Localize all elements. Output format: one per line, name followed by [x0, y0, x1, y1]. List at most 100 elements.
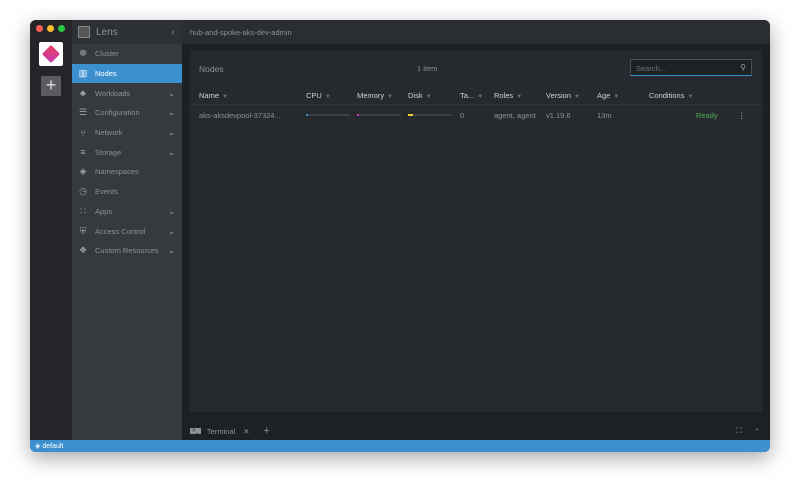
sort-icon: ▼ [222, 94, 228, 100]
sidebar-item-label: Namespaces [95, 167, 139, 177]
sort-icon: ▼ [324, 94, 331, 100]
chevron-down-icon[interactable]: ⌄ [168, 227, 175, 236]
sidebar-item-access-control[interactable]: ⛨ Access Control ⌄ [72, 221, 182, 241]
terminal-bar: >_ Terminal ✕ + ⛶ ⌃ [182, 422, 770, 440]
grid-icon: ∷ [80, 205, 86, 216]
close-terminal-icon[interactable]: ✕ [243, 427, 249, 436]
column-label: Age [597, 91, 611, 100]
search-input[interactable]: Search... ⚲ [630, 59, 752, 76]
minimize-window-button[interactable] [47, 25, 54, 32]
disk-bar-fill [408, 114, 414, 116]
sidebar-item-nodes[interactable]: ▥ Nodes [72, 63, 182, 84]
sort-icon: ▼ [425, 94, 432, 100]
column-label: Name [199, 91, 220, 100]
add-cluster-button[interactable]: + [41, 76, 61, 96]
nodes-panel: Nodes 1 item Search... ⚲ Name ▼ CPU ▼ Memory ▼… [190, 50, 762, 412]
column-header[interactable]: Conditions ▼ [649, 91, 693, 100]
chevron-down-icon[interactable]: ⌄ [168, 108, 175, 117]
column-label: Roles [494, 91, 514, 100]
memory-bar-fill [357, 114, 359, 116]
clock-icon: ◷ [79, 186, 87, 197]
sidebar-header: Lens ‹ [72, 20, 182, 44]
column-header[interactable]: Name ▼ [199, 91, 228, 100]
memory-bar [357, 114, 401, 116]
column-label: CPU [306, 91, 322, 100]
sidebar-item-label: Cluster [95, 49, 119, 59]
cube-icon [41, 44, 61, 64]
condition-status: Ready [696, 111, 718, 120]
chevron-up-icon[interactable]: ⌃ [754, 427, 760, 436]
chevron-down-icon[interactable]: ⌄ [168, 128, 175, 137]
column-header[interactable]: Roles ▼ [494, 91, 522, 100]
column-label: Ta... [460, 91, 475, 100]
roles: agent, agent [494, 111, 536, 120]
namespace-label[interactable]: default [42, 443, 63, 450]
app-window: + Lens ‹ ☸ Cluster ▥ Nodes ♣ Workloads ⌄ ☰ Confi… [30, 20, 770, 452]
shield-icon: ⛨ [79, 225, 87, 236]
sidebar-item-label: Storage [95, 147, 122, 157]
column-header[interactable]: CPU ▼ [306, 91, 331, 100]
sidebar-item-label: Nodes [95, 69, 117, 79]
sort-icon: ▼ [477, 94, 484, 100]
column-header[interactable]: Age ▼ [597, 91, 619, 100]
sidebar-item-cluster[interactable]: ☸ Cluster [72, 44, 182, 64]
sidebar-item-apps[interactable]: ∷ Apps ⌄ [72, 202, 182, 222]
layers-icon: ◈ [79, 166, 87, 177]
chevron-down-icon[interactable]: ⌄ [168, 148, 175, 157]
sidebar-item-label: Network [95, 128, 123, 138]
age: 13m [597, 111, 612, 120]
column-header[interactable]: Memory ▼ [357, 91, 393, 100]
cluster-title: hub-and-spoke-aks-dev-admin [182, 20, 770, 44]
chevron-down-icon[interactable]: ⌄ [168, 89, 175, 98]
sidebar-item-workloads[interactable]: ♣ Workloads ⌄ [72, 83, 182, 103]
column-header[interactable]: Version ▼ [546, 91, 580, 100]
sidebar-item-label: Access Control [95, 226, 146, 236]
window-controls [36, 25, 65, 32]
sort-icon: ▼ [613, 94, 620, 100]
taints: 0 [460, 111, 465, 120]
cluster-avatar[interactable] [39, 42, 63, 66]
collapse-sidebar-icon[interactable]: ‹ [172, 27, 175, 38]
sidebar-item-label: Apps [95, 206, 113, 216]
cpu-bar [306, 114, 350, 116]
puzzle-icon: ❖ [78, 245, 88, 256]
column-header[interactable]: Disk ▼ [408, 91, 432, 100]
list-icon: ☰ [78, 107, 88, 118]
fullscreen-icon[interactable]: ⛶ [736, 426, 741, 436]
sidebar-item-events[interactable]: ◷ Events [72, 182, 182, 202]
table-row[interactable]: aks-aksdevpool-37324... 0 agent, agent v… [190, 105, 762, 125]
helm-wheel-icon: ☸ [78, 48, 88, 59]
column-label: Memory [357, 91, 385, 100]
new-terminal-icon[interactable]: + [263, 425, 269, 437]
page-title: Nodes [199, 64, 224, 74]
sidebar-item-custom-resources[interactable]: ❖ Custom Resources ⌄ [72, 241, 182, 261]
sidebar-item-storage[interactable]: ≡ Storage ⌄ [72, 142, 182, 162]
search-icon: ⚲ [740, 63, 746, 72]
column-label: Conditions [649, 91, 685, 100]
network-icon: ⑂ [80, 127, 86, 138]
terminal-icon: >_ [190, 428, 201, 434]
namespace-icon: ◈ [35, 443, 41, 450]
close-window-button[interactable] [36, 25, 43, 32]
chevron-down-icon[interactable]: ⌄ [168, 246, 175, 255]
lens-logo-icon [78, 26, 90, 38]
nodes-icon: ▥ [78, 68, 88, 79]
search-placeholder: Search... [636, 64, 667, 73]
cluster-strip: + [30, 20, 72, 440]
node-name[interactable]: aks-aksdevpool-37324... [199, 111, 281, 120]
column-header[interactable]: Ta... ▼ [460, 91, 483, 100]
status-bar: ◈ default [30, 440, 770, 452]
maximize-window-button[interactable] [58, 25, 65, 32]
column-label: Version [546, 91, 572, 100]
workloads-icon: ♣ [80, 88, 86, 99]
sidebar-item-namespaces[interactable]: ◈ Namespaces [72, 162, 182, 182]
sidebar-item-label: Configuration [95, 108, 140, 118]
row-menu-icon[interactable]: ⋮ [738, 111, 746, 120]
brand-name: Lens [96, 26, 118, 38]
sidebar-item-network[interactable]: ⑂ Network ⌄ [72, 123, 182, 143]
sidebar-item-configuration[interactable]: ☰ Configuration ⌄ [72, 103, 182, 123]
database-icon: ≡ [80, 147, 86, 158]
chevron-down-icon[interactable]: ⌄ [168, 207, 175, 216]
sidebar-item-label: Custom Resources [95, 246, 159, 256]
terminal-tab[interactable]: Terminal [207, 427, 235, 436]
